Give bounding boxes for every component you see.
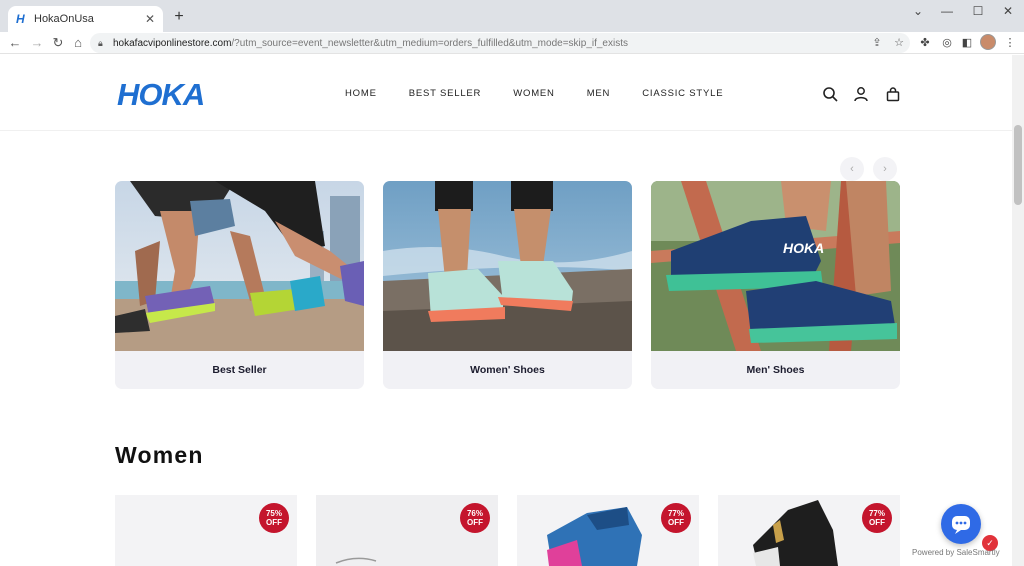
lock-icon: 🔒︎ bbox=[98, 38, 103, 48]
discount-badge: 77% OFF bbox=[661, 503, 691, 533]
svg-text:HOKA: HOKA bbox=[783, 240, 824, 256]
discount-badge: 76% OFF bbox=[460, 503, 490, 533]
category-label: Women' Shoes bbox=[470, 364, 545, 376]
site-header: HOKA HOME BEST SELLER WOMEN MEN CIASSIC … bbox=[0, 55, 1012, 131]
scrollbar-thumb[interactable] bbox=[1014, 125, 1022, 205]
svg-text:HOKA: HOKA bbox=[117, 79, 204, 109]
nav-classic-style[interactable]: CIASSIC STYLE bbox=[642, 88, 723, 99]
share-icon[interactable]: ⇪ bbox=[870, 36, 884, 50]
extensions-puzzle-icon[interactable]: ✤ bbox=[918, 36, 932, 50]
chat-bubble-icon bbox=[952, 516, 970, 534]
search-icon[interactable] bbox=[822, 86, 838, 102]
chat-widget-button[interactable] bbox=[941, 504, 981, 544]
category-card-women-shoes[interactable]: Women' Shoes bbox=[383, 181, 632, 389]
browser-toolbar: ← → ↻ ⌂ 🔒︎ hokafacviponlinestore.com /?u… bbox=[0, 32, 1024, 54]
nav-best-seller[interactable]: BEST SELLER bbox=[409, 88, 482, 99]
runners-image bbox=[115, 181, 364, 351]
nav-home[interactable]: HOME bbox=[345, 88, 377, 99]
nav-women[interactable]: WOMEN bbox=[513, 88, 554, 99]
main-nav: HOME BEST SELLER WOMEN MEN CIASSIC STYLE bbox=[345, 88, 755, 99]
product-card[interactable]: 76% OFF bbox=[316, 495, 498, 566]
forward-icon[interactable]: → bbox=[29, 35, 45, 51]
close-window-icon[interactable]: ✕ bbox=[998, 4, 1018, 18]
side-panel-icon[interactable]: ◧ bbox=[960, 36, 974, 50]
discount-badge: 77% OFF bbox=[862, 503, 892, 533]
hoka-favicon-icon: H bbox=[16, 12, 25, 26]
carousel-next-button[interactable]: › bbox=[873, 157, 897, 181]
category-label: Men' Shoes bbox=[746, 364, 805, 376]
profile-avatar[interactable] bbox=[980, 34, 996, 50]
account-icon[interactable] bbox=[853, 86, 869, 102]
men-shoes-image: HOKA bbox=[651, 181, 900, 351]
reload-icon[interactable]: ↻ bbox=[50, 35, 66, 51]
address-bar[interactable]: 🔒︎ hokafacviponlinestore.com /?utm_sourc… bbox=[90, 33, 910, 53]
url-path: /?utm_source=event_newsletter&utm_medium… bbox=[231, 37, 628, 49]
home-icon[interactable]: ⌂ bbox=[70, 35, 86, 51]
category-label: Best Seller bbox=[212, 364, 267, 376]
discount-badge: 75% OFF bbox=[259, 503, 289, 533]
minimize-icon[interactable]: — bbox=[937, 4, 957, 18]
new-tab-button[interactable]: + bbox=[170, 8, 188, 26]
category-card-men-shoes[interactable]: HOKA Men' Shoes bbox=[651, 181, 900, 389]
browser-tab-bar: H HokaOnUsa ✕ + ⌄ — ☐ ✕ bbox=[0, 0, 1024, 32]
nav-men[interactable]: MEN bbox=[587, 88, 611, 99]
page-scrollbar[interactable] bbox=[1012, 55, 1024, 566]
carousel-prev-button[interactable]: ‹ bbox=[840, 157, 864, 181]
powered-by-label: Powered by SaleSmartly bbox=[912, 548, 1000, 557]
product-card[interactable]: 77% OFF bbox=[517, 495, 699, 566]
tab-title: HokaOnUsa bbox=[34, 13, 94, 25]
category-card-best-seller[interactable]: Best Seller bbox=[115, 181, 364, 389]
url-host: hokafacviponlinestore.com bbox=[113, 37, 232, 49]
menu-kebab-icon[interactable]: ⋮ bbox=[1003, 36, 1017, 50]
hoka-logo[interactable]: HOKA bbox=[117, 79, 212, 109]
back-icon[interactable]: ← bbox=[7, 35, 23, 51]
extension-icon[interactable]: ◎ bbox=[940, 36, 954, 50]
product-card[interactable]: 75% OFF bbox=[115, 495, 297, 566]
bookmark-star-icon[interactable]: ☆ bbox=[892, 36, 906, 50]
browser-tab[interactable]: H HokaOnUsa ✕ bbox=[8, 6, 163, 32]
cart-bag-icon[interactable] bbox=[885, 86, 901, 102]
tab-search-icon[interactable]: ⌄ bbox=[908, 4, 928, 18]
close-tab-icon[interactable]: ✕ bbox=[145, 12, 155, 26]
maximize-icon[interactable]: ☐ bbox=[968, 4, 988, 18]
women-shoes-image bbox=[383, 181, 632, 351]
section-title-women: Women bbox=[115, 442, 204, 468]
product-card[interactable]: 77% OFF bbox=[718, 495, 900, 566]
